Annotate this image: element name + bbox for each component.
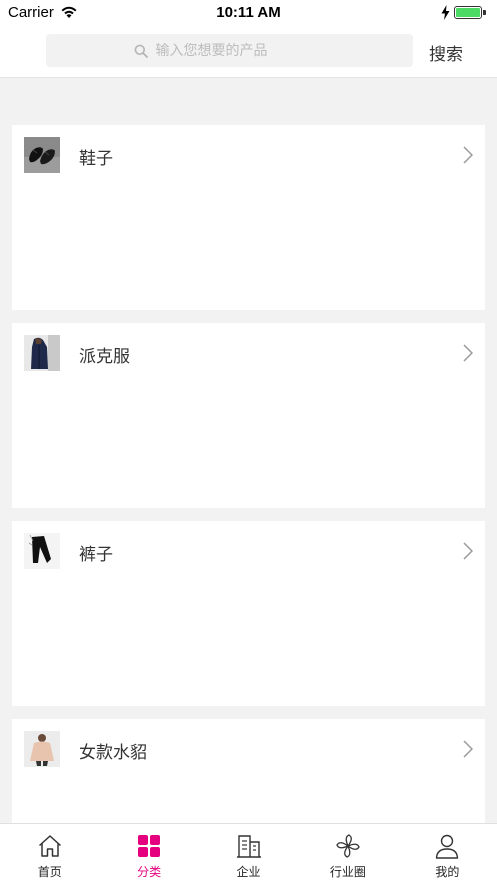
chevron-right-icon — [463, 542, 473, 560]
tab-label: 企业 — [236, 865, 261, 879]
tab-bar: 首页 分类 企业 行业圈 我的 — [0, 823, 497, 883]
shoes-thumbnail — [24, 137, 60, 173]
battery-level — [456, 8, 480, 17]
building-icon — [236, 835, 261, 858]
category-row[interactable]: 派克服 — [12, 323, 485, 383]
category-card-shoes[interactable]: 鞋子 — [12, 125, 485, 310]
pants-thumbnail — [24, 533, 60, 569]
battery-icon — [454, 6, 482, 19]
tab-home[interactable]: 首页 — [0, 824, 99, 883]
parka-thumbnail — [24, 335, 60, 371]
search-input[interactable] — [155, 42, 326, 59]
search-icon — [134, 44, 148, 58]
chevron-right-icon — [463, 146, 473, 164]
tab-label: 行业圈 — [329, 865, 366, 879]
tab-label: 分类 — [137, 865, 162, 879]
search-box[interactable] — [46, 34, 413, 67]
category-grid-icon — [138, 835, 161, 857]
tab-category[interactable]: 分类 — [99, 824, 198, 883]
category-row[interactable]: 裤子 — [12, 521, 485, 581]
tab-label: 首页 — [37, 865, 62, 879]
category-card-pants[interactable]: 裤子 — [12, 521, 485, 706]
category-title: 裤子 — [79, 545, 113, 565]
category-title: 女款水貂 — [79, 743, 147, 763]
chevron-right-icon — [463, 740, 473, 758]
status-bar: Carrier 10:11 AM — [0, 0, 497, 28]
home-icon — [38, 835, 61, 857]
chevron-right-icon — [463, 344, 473, 362]
user-icon — [436, 834, 459, 859]
category-card-parka[interactable]: 派克服 — [12, 323, 485, 508]
battery-cap — [483, 10, 486, 15]
category-title: 鞋子 — [79, 149, 113, 169]
tab-industry-circle[interactable]: 行业圈 — [298, 824, 397, 883]
category-row[interactable]: 女款水貂 — [12, 719, 485, 779]
category-card-mink[interactable]: 女款水貂 — [12, 719, 485, 823]
search-button[interactable]: 搜索 — [429, 40, 463, 65]
mink-coat-thumbnail — [24, 731, 60, 767]
tab-enterprise[interactable]: 企业 — [199, 824, 298, 883]
tab-mine[interactable]: 我的 — [398, 824, 497, 883]
category-list: 鞋子 派克服 裤子 女款水貂 — [0, 78, 497, 823]
category-title: 派克服 — [79, 347, 130, 367]
pinwheel-icon — [336, 834, 360, 858]
charging-icon — [441, 5, 450, 20]
category-row[interactable]: 鞋子 — [12, 125, 485, 185]
search-header: 搜索 — [0, 28, 497, 78]
status-time: 10:11 AM — [216, 4, 281, 21]
tab-label: 我的 — [435, 865, 460, 879]
